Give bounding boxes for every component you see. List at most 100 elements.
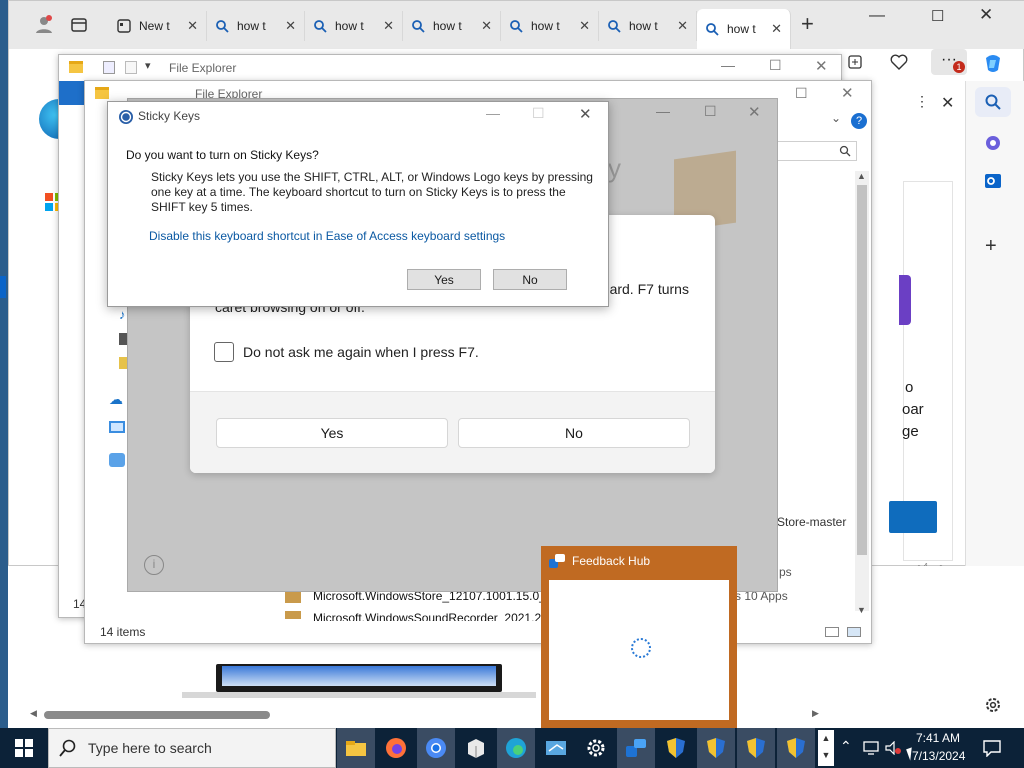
new-tab-button[interactable]: + <box>801 11 814 37</box>
file-name[interactable]: Microsoft.WindowsSoundRecorder_2021.21..… <box>313 611 543 621</box>
uac-shield-icon[interactable] <box>657 728 695 768</box>
uac-shield-icon[interactable] <box>777 728 815 768</box>
store-master-text: Store-master <box>777 515 847 529</box>
minimize-button[interactable]: — <box>721 57 735 73</box>
close-window-button[interactable]: ✕ <box>979 5 993 25</box>
clock-time[interactable]: 7:41 AM <box>916 731 960 745</box>
text-fragment: oar <box>902 401 924 418</box>
this-pc-icon[interactable] <box>109 421 125 433</box>
maximize-button[interactable]: ☐ <box>931 7 944 25</box>
ribbon-expand-icon[interactable]: ⌄ <box>831 111 841 125</box>
close-button[interactable]: ✕ <box>815 57 828 75</box>
minimize-button[interactable]: — <box>869 7 885 25</box>
close-icon[interactable]: ✕ <box>579 18 590 34</box>
scroll-left-arrow[interactable]: ◀ <box>30 708 37 719</box>
info-icon[interactable]: i <box>144 555 164 575</box>
search-icon[interactable] <box>837 143 853 159</box>
tab-search-4[interactable]: how t ✕ <box>501 11 599 41</box>
maximize-button[interactable]: ☐ <box>704 103 717 120</box>
feedback-hub-preview[interactable]: Feedback Hub <box>541 546 737 728</box>
yes-button[interactable]: Yes <box>216 418 448 448</box>
close-button[interactable]: ✕ <box>579 105 592 123</box>
add-sidebar-app-icon[interactable]: + <box>985 235 997 258</box>
package-icon[interactable] <box>457 728 495 768</box>
feedback-hub-taskbar-icon[interactable] <box>617 728 655 768</box>
onedrive-icon[interactable]: ☁ <box>109 391 123 408</box>
dont-ask-checkbox[interactable] <box>214 342 234 362</box>
large-icons-view-icon[interactable] <box>847 627 861 637</box>
minimize-button[interactable]: — <box>486 105 500 121</box>
clock-date[interactable]: 7/13/2024 <box>912 749 965 763</box>
settings-icon[interactable] <box>983 695 1003 715</box>
sidebar-close-icon[interactable]: ✕ <box>941 93 954 113</box>
copilot-icon[interactable] <box>981 51 1005 75</box>
notifications-icon[interactable] <box>982 738 1002 758</box>
tab-actions-icon[interactable] <box>69 15 89 35</box>
uac-shield-icon[interactable] <box>697 728 735 768</box>
edge-taskbar-icon[interactable] <box>497 728 535 768</box>
start-button[interactable] <box>0 728 48 768</box>
music-icon[interactable]: ♪ <box>119 307 126 322</box>
search-icon[interactable] <box>975 87 1011 117</box>
yes-button[interactable]: Yes <box>407 269 481 290</box>
disable-shortcut-link[interactable]: Disable this keyboard shortcut in Ease o… <box>149 229 505 243</box>
tab-search-5[interactable]: how t ✕ <box>599 11 697 41</box>
close-icon[interactable]: ✕ <box>771 21 782 37</box>
tab-new[interactable]: New t ✕ <box>109 11 207 41</box>
help-icon[interactable]: ? <box>851 113 867 129</box>
details-view-icon[interactable] <box>825 627 839 637</box>
scroll-right-arrow[interactable]: ▶ <box>812 708 819 719</box>
minimize-button[interactable]: — <box>656 103 670 119</box>
uac-shield-icon[interactable] <box>737 728 775 768</box>
settings-taskbar-icon[interactable] <box>577 728 615 768</box>
file-explorer-taskbar-icon[interactable] <box>337 728 375 768</box>
close-icon[interactable]: ✕ <box>187 18 198 34</box>
quick-access-icon[interactable] <box>103 61 115 74</box>
tab-label: how t <box>531 19 560 33</box>
outlook-icon[interactable] <box>983 171 1003 191</box>
sidebar-more-icon[interactable]: ⋮ <box>915 93 929 110</box>
customize-icon[interactable]: ▾ <box>145 59 151 72</box>
close-icon[interactable]: ✕ <box>383 18 394 34</box>
blue-button[interactable] <box>889 501 937 533</box>
tab-search-active[interactable]: how t ✕ <box>697 9 791 49</box>
taskbar-scroll-control[interactable]: ▲ ▼ <box>818 730 834 766</box>
show-hidden-icons[interactable]: ⌃ <box>840 738 852 755</box>
folder-icon <box>69 61 83 73</box>
health-icon[interactable] <box>889 53 909 71</box>
close-icon[interactable]: ✕ <box>677 18 688 34</box>
scroll-up-arrow[interactable]: ▲ <box>857 171 866 181</box>
maximize-button[interactable]: ☐ <box>532 105 545 122</box>
ribbon-file-tab[interactable] <box>59 81 87 105</box>
scroll-thumb[interactable] <box>857 185 867 555</box>
scroll-down-arrow[interactable]: ▼ <box>857 605 866 615</box>
loading-spinner-icon <box>631 638 651 658</box>
profile-icon[interactable] <box>33 13 55 35</box>
control-panel-icon[interactable] <box>537 728 575 768</box>
maximize-button[interactable]: ☐ <box>795 85 808 102</box>
volume-muted-icon[interactable] <box>884 740 902 756</box>
close-icon[interactable]: ✕ <box>285 18 296 34</box>
tab-search-1[interactable]: how t ✕ <box>207 11 305 41</box>
desktop-strip <box>0 0 8 728</box>
taskbar-search-placeholder: Type here to search <box>88 740 212 756</box>
network-tray-icon[interactable] <box>862 740 880 756</box>
close-button[interactable]: ✕ <box>748 103 761 121</box>
close-button[interactable]: ✕ <box>841 84 854 102</box>
close-icon[interactable]: ✕ <box>481 18 492 34</box>
tab-search-3[interactable]: how t ✕ <box>403 11 501 41</box>
left-accent <box>0 276 6 298</box>
chrome-icon[interactable] <box>417 728 455 768</box>
scrollbar-thumb[interactable] <box>44 711 270 719</box>
search-icon <box>411 19 425 33</box>
no-button[interactable]: No <box>493 269 567 290</box>
no-button[interactable]: No <box>458 418 690 448</box>
network-icon[interactable] <box>109 453 125 467</box>
copilot-sidebar-icon[interactable] <box>983 133 1003 153</box>
firefox-icon[interactable] <box>377 728 415 768</box>
tab-search-2[interactable]: how t ✕ <box>305 11 403 41</box>
folder-icon <box>95 87 109 99</box>
collections-icon[interactable] <box>845 53 865 71</box>
new-folder-icon[interactable] <box>125 61 137 74</box>
maximize-button[interactable]: ☐ <box>769 57 782 74</box>
